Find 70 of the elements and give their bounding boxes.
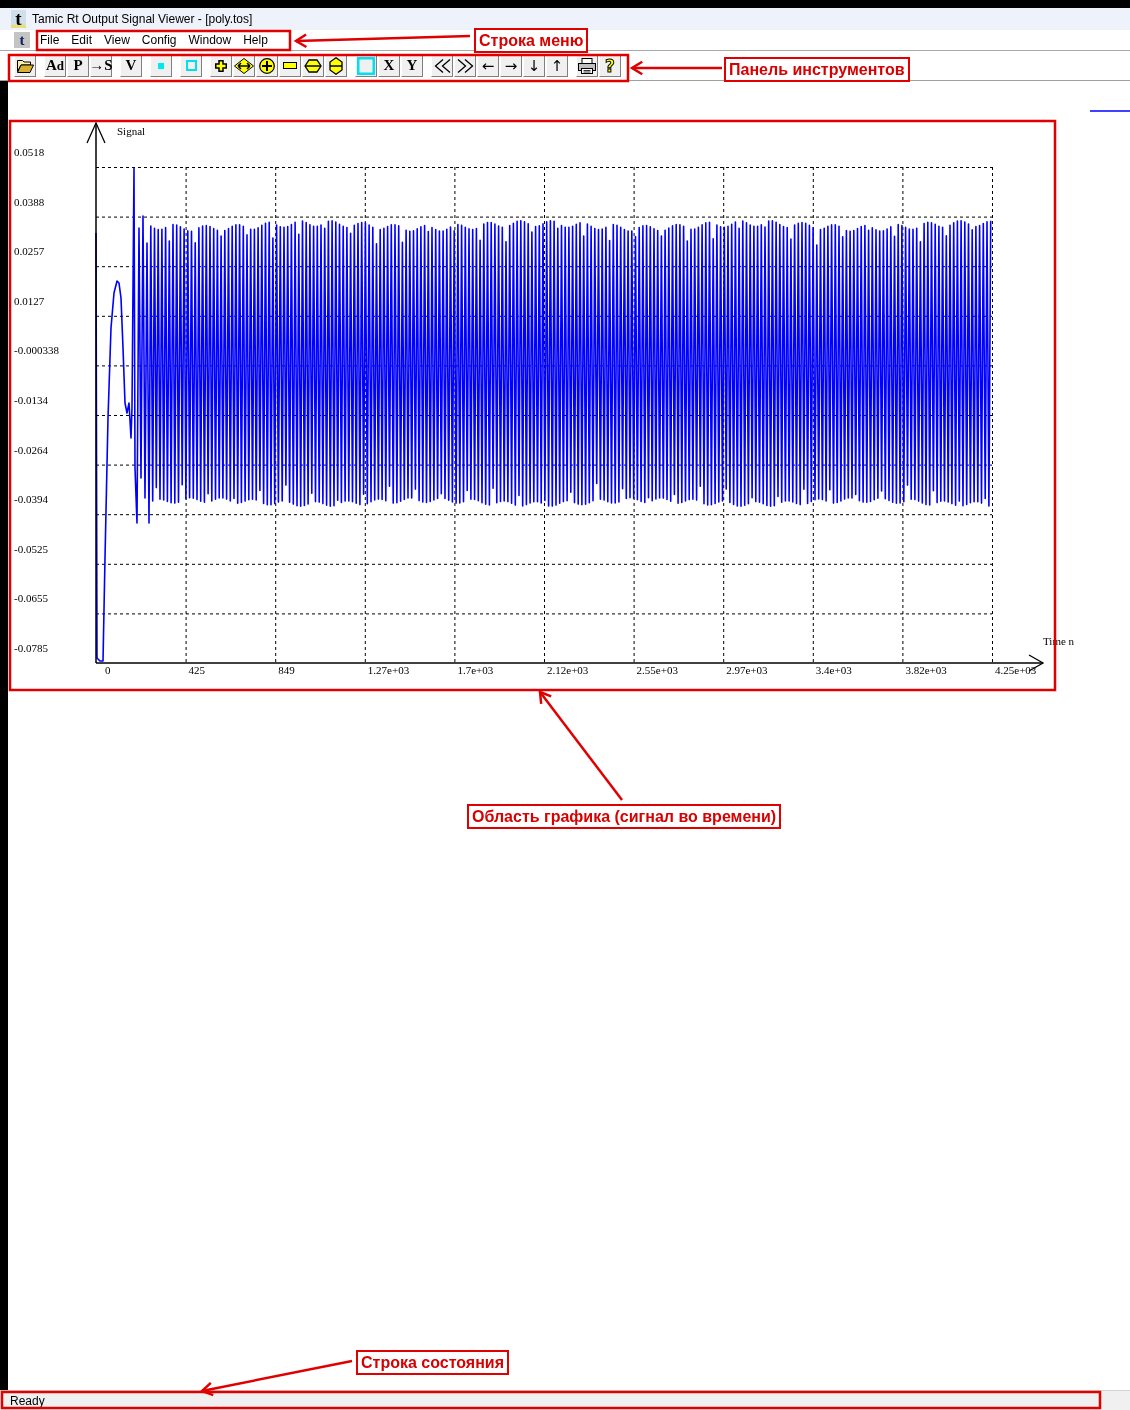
double-chevron-right-icon: [456, 58, 474, 73]
x-tick-label: 0: [105, 664, 111, 676]
y-tick-label: 0.0257: [14, 245, 45, 258]
minus-icon: [283, 62, 297, 69]
circle-line-icon: [304, 57, 322, 74]
toolbar-button[interactable]: [325, 54, 347, 77]
callout-label: Строка состояния: [356, 1350, 509, 1375]
toolbar-button[interactable]: [233, 54, 255, 77]
toolbar-button[interactable]: [14, 54, 36, 77]
oval-line-icon: [329, 56, 343, 75]
x-tick-label: 425: [188, 664, 206, 676]
callout-label: Строка меню: [474, 28, 589, 53]
toolbar-button[interactable]: ↓: [523, 54, 545, 77]
app-logo: t: [11, 10, 26, 28]
double-chevron-left-icon: [433, 58, 451, 73]
toolbar-button[interactable]: [454, 54, 476, 77]
x-tick-label: 1.27e+03: [367, 664, 410, 676]
y-tick-label: -0.0264: [14, 443, 48, 456]
small-square-icon: [158, 62, 164, 69]
y-tick-label: 0.0127: [14, 294, 45, 307]
child-window-logo[interactable]: t: [14, 32, 30, 48]
x-tick-label: 4.25e+03: [995, 664, 1037, 676]
menu-item[interactable]: File: [34, 30, 66, 50]
toolbar-button[interactable]: [431, 54, 453, 77]
y-tick-label: -0.000338: [14, 344, 59, 357]
menu-item[interactable]: Window: [182, 30, 238, 50]
y-tick-label: 0.0388: [14, 195, 45, 208]
toolbar-button[interactable]: →: [500, 54, 522, 77]
toolbar-button[interactable]: [302, 54, 324, 77]
diamond-arrows-icon: [234, 57, 254, 74]
printer-icon: [578, 57, 596, 74]
status-text: Ready: [10, 1393, 45, 1408]
toolbar-button[interactable]: Y: [401, 54, 423, 77]
x-tick-label: 849: [278, 664, 295, 676]
toolbar-button[interactable]: X: [378, 54, 400, 77]
callout-label: Панель инструментов: [724, 57, 910, 82]
open-folder-icon: [16, 58, 34, 73]
toolbar-button[interactable]: →S: [90, 54, 112, 77]
menu-item[interactable]: Config: [135, 30, 183, 50]
y-tick-label: -0.0394: [14, 493, 48, 506]
x-tick-label: 3.82e+03: [905, 664, 947, 676]
menu-item[interactable]: Edit: [65, 30, 99, 50]
toolbar-button[interactable]: [576, 54, 598, 77]
x-tick-label: 2.55e+03: [636, 664, 678, 676]
legend-line-icon: [1089, 110, 1130, 112]
large-square-icon: [357, 56, 375, 75]
circle-plus-icon: [259, 57, 275, 74]
menu-item[interactable]: Help: [237, 30, 274, 50]
x-tick-label: 2.97e+03: [726, 664, 768, 676]
window-title: Tamic Rt Output Signal Viewer - [poly.tos]: [32, 12, 253, 26]
y-tick-label: -0.0525: [14, 542, 48, 555]
plus-icon: [215, 59, 227, 72]
hollow-square-icon: [185, 60, 197, 71]
toolbar-button[interactable]: ←: [477, 54, 499, 77]
y-tick-label: -0.0655: [14, 592, 48, 605]
menu-item[interactable]: View: [98, 30, 136, 50]
y-axis-title: Signal: [117, 125, 146, 137]
toolbar-button[interactable]: P: [67, 54, 89, 77]
x-tick-label: 1.7e+03: [457, 664, 494, 676]
toolbar-button[interactable]: ↑: [546, 54, 568, 77]
toolbar-button[interactable]: [279, 54, 301, 77]
y-tick-label: -0.0785: [14, 642, 48, 654]
x-tick-label: 2.12e+03: [547, 664, 589, 676]
y-tick-label: -0.0134: [14, 394, 48, 406]
y-tick-label: 0.0518: [14, 146, 45, 158]
toolbar-button[interactable]: [256, 54, 278, 77]
callout-label: Область графика (сигнал во времени): [467, 804, 782, 829]
x-tick-label: 3.4e+03: [815, 664, 852, 676]
toolbar-button[interactable]: V: [120, 54, 142, 77]
toolbar-button[interactable]: [210, 54, 232, 77]
